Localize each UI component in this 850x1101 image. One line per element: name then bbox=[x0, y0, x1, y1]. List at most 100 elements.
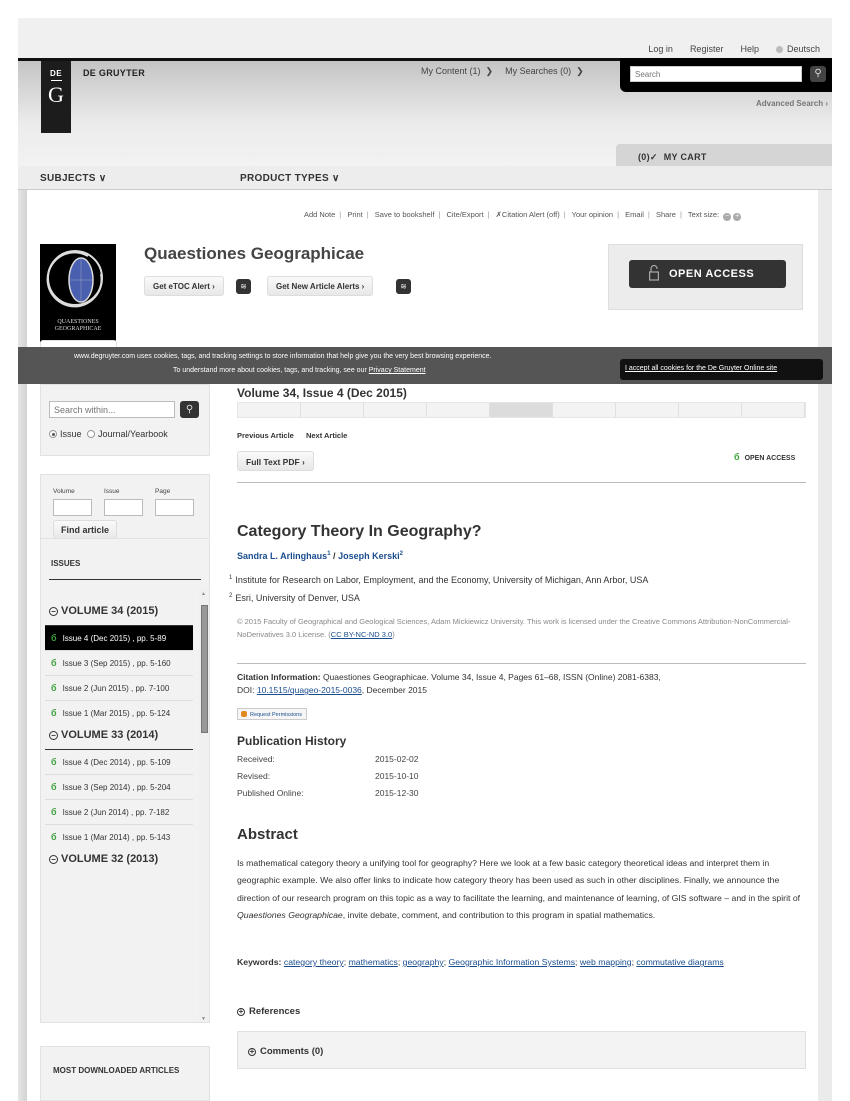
pager-item[interactable] bbox=[364, 403, 427, 417]
keyword-link[interactable]: mathematics bbox=[349, 957, 398, 967]
issue-item[interactable]: б Issue 3 (Sep 2014) , pp. 5-204 bbox=[45, 775, 193, 800]
article-toolbar: Add Note | Print | Save to bookshelf | Cite… bbox=[304, 210, 742, 221]
search-icon: ⚲ bbox=[185, 404, 194, 415]
text-size-decrease-icon[interactable]: − bbox=[723, 213, 732, 221]
etoc-alert-button[interactable]: Get eTOC Alert › bbox=[144, 276, 224, 296]
volume-header[interactable]: − VOLUME 33 (2014) bbox=[45, 725, 193, 750]
author-link[interactable]: Joseph Kerski2 bbox=[338, 551, 403, 561]
journal-cover[interactable]: QUAESTIONES GEOGRAPHICAE bbox=[40, 244, 116, 345]
unlock-icon: б bbox=[51, 658, 57, 668]
issue-item[interactable]: б Issue 4 (Dec 2015) , pp. 5-89 bbox=[45, 626, 193, 651]
keyword-link[interactable]: web mapping bbox=[580, 957, 632, 967]
history-row: Published Online: 2015-12-30 bbox=[237, 788, 419, 798]
keyword-link[interactable]: category theory bbox=[284, 957, 344, 967]
search-within-button[interactable]: ⚲ bbox=[180, 401, 199, 418]
find-article-button[interactable]: Find article bbox=[53, 520, 118, 539]
issue-item[interactable]: б Issue 2 (Jun 2014) , pp. 7-182 bbox=[45, 800, 193, 825]
rss-icon[interactable]: ≋ bbox=[236, 279, 251, 294]
add-note-link[interactable]: Add Note bbox=[304, 210, 335, 219]
author-link[interactable]: Sandra L. Arlinghaus1 bbox=[237, 551, 331, 561]
language-link[interactable]: Deutsch bbox=[775, 44, 820, 54]
request-permissions-button[interactable]: Request Permissions bbox=[237, 708, 307, 720]
scrollbar-thumb[interactable] bbox=[201, 605, 208, 733]
history-row: Revised: 2015-10-10 bbox=[237, 771, 419, 781]
privacy-statement-link[interactable]: Privacy Statement bbox=[369, 367, 426, 374]
next-article-link[interactable]: Next Article bbox=[306, 431, 347, 440]
rss-icon[interactable]: ≋ bbox=[396, 279, 411, 294]
globe-icon bbox=[775, 46, 783, 53]
doi-link[interactable]: 10.1515/quageo-2015-0036 bbox=[257, 685, 362, 695]
nav-subjects[interactable]: SUBJECTS ∨ bbox=[40, 173, 106, 184]
history-row: Received: 2015-02-02 bbox=[237, 754, 419, 764]
citation-alert-link[interactable]: ✗Citation Alert (off) bbox=[496, 210, 560, 219]
issue-item[interactable]: б Issue 1 (Mar 2015) , pp. 5-124 bbox=[45, 701, 193, 725]
volume-header[interactable]: − VOLUME 34 (2015) bbox=[45, 589, 193, 626]
full-text-pdf-button[interactable]: Full Text PDF › bbox=[237, 451, 314, 471]
scope-issue-radio[interactable]: Issue bbox=[49, 429, 82, 439]
nav-product-types[interactable]: PRODUCT TYPES ∨ bbox=[240, 173, 340, 184]
pager-item[interactable] bbox=[553, 403, 616, 417]
keyword-link[interactable]: geography bbox=[403, 957, 444, 967]
page-scrollbar[interactable] bbox=[818, 190, 832, 1101]
email-link[interactable]: Email bbox=[625, 210, 644, 219]
issues-panel: ISSUES − VOLUME 34 (2015) б Issue 4 (Dec 2… bbox=[40, 538, 210, 1023]
references-toggle[interactable]: + References bbox=[237, 1006, 300, 1017]
unlock-icon: б bbox=[51, 782, 57, 792]
publication-history-title: Publication History bbox=[237, 734, 347, 748]
issues-scrollbar[interactable]: ▲ ▼ bbox=[199, 589, 209, 1022]
previous-article-link[interactable]: Previous Article bbox=[237, 431, 294, 440]
share-link[interactable]: Share bbox=[656, 210, 676, 219]
my-content-menu[interactable]: My Content (1) ❯ bbox=[421, 66, 493, 77]
main-nav: SUBJECTS ∨ PRODUCT TYPES ∨ bbox=[18, 166, 832, 190]
journal-title[interactable]: Quaestiones Geographicae bbox=[144, 244, 364, 264]
pager-item[interactable] bbox=[616, 403, 679, 417]
issue-item[interactable]: б Issue 2 (Jun 2015) , pp. 7-100 bbox=[45, 676, 193, 701]
search-button[interactable]: ⚲ bbox=[810, 66, 826, 82]
chevron-down-icon: ❯ bbox=[485, 66, 494, 76]
page-input[interactable] bbox=[155, 499, 194, 516]
scroll-up-icon[interactable]: ▲ bbox=[201, 591, 206, 597]
help-link[interactable]: Help bbox=[740, 44, 759, 54]
collapse-icon: − bbox=[49, 607, 58, 616]
register-link[interactable]: Register bbox=[690, 44, 724, 54]
text-size-increase-icon[interactable]: + bbox=[733, 213, 742, 221]
scope-journal-radio[interactable]: Journal/Yearbook bbox=[87, 429, 168, 439]
your-opinion-link[interactable]: Your opinion bbox=[572, 210, 613, 219]
de-gruyter-logo[interactable]: DE G bbox=[41, 61, 71, 133]
login-link[interactable]: Log in bbox=[648, 44, 673, 54]
print-link[interactable]: Print bbox=[347, 210, 362, 219]
expand-icon: + bbox=[248, 1047, 256, 1056]
my-searches-menu[interactable]: My Searches (0) ❯ bbox=[505, 66, 584, 77]
new-article-alerts-button[interactable]: Get New Article Alerts › bbox=[267, 276, 374, 296]
cite-export-link[interactable]: Cite/Export bbox=[446, 210, 483, 219]
search-within-input[interactable] bbox=[49, 401, 175, 418]
divider bbox=[237, 482, 806, 483]
publication-history: Received: 2015-02-02 Revised: 2015-10-10 P… bbox=[237, 754, 418, 805]
open-access-button[interactable]: OPEN ACCESS bbox=[629, 260, 786, 288]
save-to-bookshelf-link[interactable]: Save to bookshelf bbox=[375, 210, 435, 219]
issue-item[interactable]: б Issue 1 (Mar 2014) , pp. 5-143 bbox=[45, 825, 193, 849]
issue-item[interactable]: б Issue 3 (Sep 2015) , pp. 5-160 bbox=[45, 651, 193, 676]
pager-item[interactable] bbox=[301, 403, 364, 417]
pager-item[interactable] bbox=[742, 403, 805, 417]
advanced-search-link[interactable]: Advanced Search › bbox=[756, 99, 828, 108]
volume-header[interactable]: − VOLUME 32 (2013) bbox=[45, 849, 193, 873]
scroll-down-icon[interactable]: ▼ bbox=[201, 1016, 206, 1022]
affiliation: 1 Institute for Research on Labor, Employ… bbox=[229, 575, 649, 585]
pager-item[interactable] bbox=[679, 403, 742, 417]
keyword-link[interactable]: commutative diagrams bbox=[636, 957, 723, 967]
license-text: © 2015 Faculty of Geographical and Geolo… bbox=[237, 617, 791, 639]
volume-input[interactable] bbox=[53, 499, 92, 516]
pager-item[interactable] bbox=[238, 403, 301, 417]
pager-item-current[interactable] bbox=[490, 403, 553, 417]
keyword-link[interactable]: Geographic Information Systems bbox=[449, 957, 576, 967]
license-link[interactable]: CC BY-NC-ND 3.0 bbox=[331, 630, 392, 639]
accept-cookies-button[interactable]: I accept all cookies for the De Gruyter … bbox=[620, 359, 823, 380]
issue-item[interactable]: б Issue 4 (Dec 2014) , pp. 5-109 bbox=[45, 750, 193, 775]
pager-item[interactable] bbox=[427, 403, 490, 417]
search-within-box: ⚲ Issue Journal/Yearbook bbox=[40, 384, 210, 456]
open-access-badge: б OPEN ACCESS bbox=[734, 452, 796, 462]
search-input[interactable] bbox=[630, 66, 802, 82]
issue-input[interactable] bbox=[104, 499, 143, 516]
comments-toggle[interactable]: + Comments (0) bbox=[237, 1031, 806, 1069]
